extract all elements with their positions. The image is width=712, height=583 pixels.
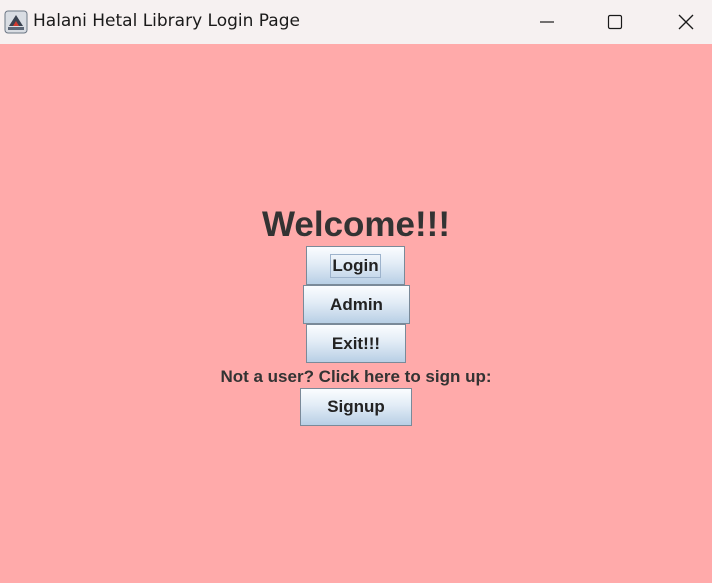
minimize-icon [540,21,554,23]
window-title: Halani Hetal Library Login Page [33,11,300,31]
welcome-heading: Welcome!!! [262,205,450,244]
java-app-icon [4,10,28,34]
exit-button-label: Exit!!! [331,333,381,353]
admin-button[interactable]: Admin [303,285,410,324]
admin-button-label: Admin [330,294,383,314]
signup-button-label: Signup [327,397,385,416]
close-button[interactable] [663,0,709,44]
minimize-button[interactable] [524,0,570,44]
login-button-label: Login [330,253,381,278]
app-window: Halani Hetal Library Login Page Welcome!… [0,0,712,583]
login-button[interactable]: Login [306,246,405,285]
maximize-button[interactable] [592,0,638,44]
title-bar[interactable]: Halani Hetal Library Login Page [0,0,712,44]
maximize-icon [607,14,623,30]
signup-prompt: Not a user? Click here to sign up: [220,367,492,386]
close-icon [678,14,694,30]
signup-button[interactable]: Signup [300,388,412,426]
exit-button[interactable]: Exit!!! [306,324,406,363]
